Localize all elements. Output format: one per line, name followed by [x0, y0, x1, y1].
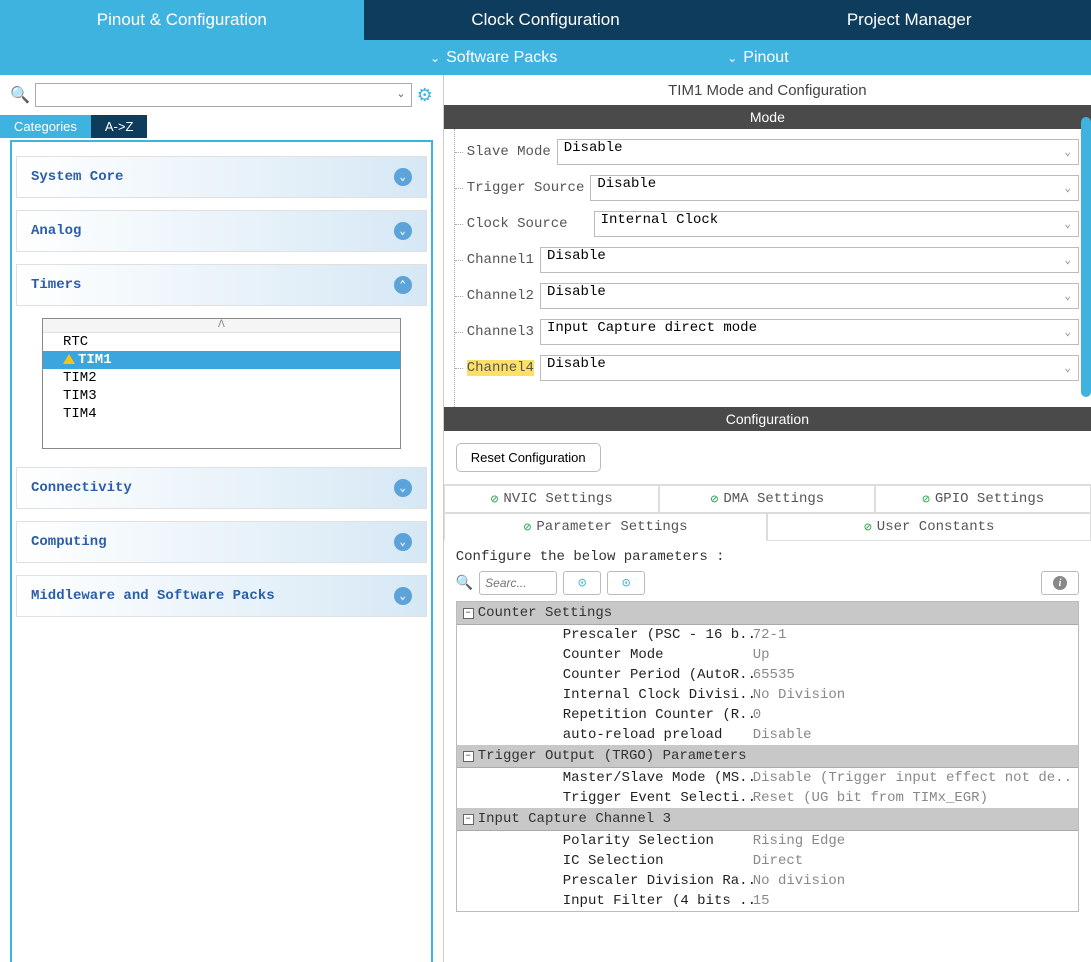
pinout-dropdown[interactable]: ⌄ Pinout: [727, 49, 788, 67]
tab-pinout-config[interactable]: Pinout & Configuration: [0, 0, 364, 40]
accordion-analog[interactable]: Analog ⌄: [16, 210, 427, 252]
info-button[interactable]: i: [1041, 571, 1079, 595]
gear-icon[interactable]: ⚙: [417, 85, 433, 106]
trigger-source-label: Trigger Source: [467, 180, 585, 196]
scrollbar-thumb[interactable]: [1081, 117, 1091, 397]
param-row[interactable]: auto-reload preloadDisable: [457, 725, 1078, 745]
clock-source-label: Clock Source: [467, 216, 568, 232]
expand-icon: ⌄: [394, 479, 412, 497]
param-row[interactable]: Prescaler (PSC - 16 b..72-1: [457, 625, 1078, 645]
param-row[interactable]: Counter Period (AutoR..65535: [457, 665, 1078, 685]
trigger-source-select[interactable]: Disable: [590, 175, 1079, 201]
search-prev-button[interactable]: ⊙: [563, 571, 601, 595]
info-icon: i: [1053, 576, 1067, 590]
tab-project-manager[interactable]: Project Manager: [727, 0, 1091, 40]
software-packs-dropdown[interactable]: ⌄ Software Packs: [430, 49, 557, 67]
channel2-select[interactable]: Disable: [540, 283, 1079, 309]
left-panel: 🔍 ⌄ ⚙ Categories A->Z System Core ⌄ Anal…: [0, 75, 444, 962]
param-row[interactable]: Counter ModeUp: [457, 645, 1078, 665]
sub-toolbar: ⌄ Software Packs ⌄ Pinout: [0, 40, 1091, 75]
right-panel: TIM1 Mode and Configuration Mode Slave M…: [444, 75, 1091, 962]
accordion-connectivity[interactable]: Connectivity ⌄: [16, 467, 427, 509]
tab-parameter-settings[interactable]: ⊘Parameter Settings: [444, 513, 768, 541]
accordion-system-core[interactable]: System Core ⌄: [16, 156, 427, 198]
check-icon: ⊘: [524, 520, 532, 535]
param-row[interactable]: IC SelectionDirect: [457, 851, 1078, 871]
channel4-label: Channel4: [467, 360, 534, 376]
accordion-label: System Core: [31, 169, 123, 185]
timer-item-tim4[interactable]: TIM4: [43, 405, 400, 423]
timer-item-tim3[interactable]: TIM3: [43, 387, 400, 405]
accordion-label: Connectivity: [31, 480, 132, 496]
param-row[interactable]: Prescaler Division Ra..No division: [457, 871, 1078, 891]
channel2-label: Channel2: [467, 288, 534, 304]
param-row[interactable]: Polarity SelectionRising Edge: [457, 831, 1078, 851]
group-counter-settings[interactable]: −Counter Settings: [457, 602, 1078, 625]
accordion-label: Computing: [31, 534, 107, 550]
param-row[interactable]: Input Filter (4 bits ..15: [457, 891, 1078, 911]
software-packs-label: Software Packs: [446, 49, 557, 67]
check-icon: ⊘: [711, 492, 719, 507]
clock-source-select[interactable]: Internal Clock: [594, 211, 1079, 237]
configuration-header: Configuration: [444, 407, 1091, 431]
timer-item-tim2[interactable]: TIM2: [43, 369, 400, 387]
channel1-label: Channel1: [467, 252, 534, 268]
parameter-grid: −Counter Settings Prescaler (PSC - 16 b.…: [456, 601, 1079, 912]
tab-user-constants[interactable]: ⊘User Constants: [767, 513, 1091, 541]
expand-icon: ⌄: [394, 168, 412, 186]
group-input-capture-ch3[interactable]: −Input Capture Channel 3: [457, 808, 1078, 831]
collapse-icon: ⌃: [394, 276, 412, 294]
chevron-down-icon: ⌄: [430, 51, 440, 65]
channel1-select[interactable]: Disable: [540, 247, 1079, 273]
reset-configuration-button[interactable]: Reset Configuration: [456, 443, 601, 472]
channel4-select[interactable]: Disable: [540, 355, 1079, 381]
check-icon: ⊘: [491, 492, 499, 507]
tab-clock-config[interactable]: Clock Configuration: [364, 0, 728, 40]
pinout-label: Pinout: [743, 49, 788, 67]
collapse-icon: −: [463, 814, 474, 825]
accordion-computing[interactable]: Computing ⌄: [16, 521, 427, 563]
list-scroll-up[interactable]: ᐱ: [43, 319, 400, 333]
warning-icon: [63, 354, 75, 364]
timer-item-rtc[interactable]: RTC: [43, 333, 400, 351]
tab-a-to-z[interactable]: A->Z: [91, 115, 148, 138]
channel3-label: Channel3: [467, 324, 534, 340]
expand-icon: ⌄: [394, 587, 412, 605]
collapse-icon: −: [463, 751, 474, 762]
timer-list: ᐱ RTC TIM1 TIM2 TIM3 TIM4: [42, 318, 401, 449]
param-row[interactable]: Repetition Counter (R..0: [457, 705, 1078, 725]
tab-nvic-settings[interactable]: ⊘NVIC Settings: [444, 485, 660, 513]
slave-mode-label: Slave Mode: [467, 144, 551, 160]
param-search-input[interactable]: [479, 571, 557, 595]
tab-gpio-settings[interactable]: ⊘GPIO Settings: [875, 485, 1091, 513]
check-icon: ⊘: [864, 520, 872, 535]
search-next-button[interactable]: ⊙: [607, 571, 645, 595]
channel3-select[interactable]: Input Capture direct mode: [540, 319, 1079, 345]
config-prompt: Configure the below parameters :: [456, 549, 1079, 565]
search-icon: 🔍: [456, 575, 473, 592]
accordion-timers[interactable]: Timers ⌃: [16, 264, 427, 306]
param-row[interactable]: Trigger Event Selecti..Reset (UG bit fro…: [457, 788, 1078, 808]
mode-header: Mode: [444, 105, 1091, 129]
group-trigger-output[interactable]: −Trigger Output (TRGO) Parameters: [457, 745, 1078, 768]
slave-mode-select[interactable]: Disable: [557, 139, 1079, 165]
expand-icon: ⌄: [394, 533, 412, 551]
tab-dma-settings[interactable]: ⊘DMA Settings: [659, 485, 875, 513]
param-row[interactable]: Internal Clock Divisi..No Division: [457, 685, 1078, 705]
accordion-middleware[interactable]: Middleware and Software Packs ⌄: [16, 575, 427, 617]
search-icon: 🔍: [10, 85, 30, 105]
param-row[interactable]: Master/Slave Mode (MS..Disable (Trigger …: [457, 768, 1078, 788]
collapse-icon: −: [463, 608, 474, 619]
peripheral-search-input[interactable]: [35, 83, 412, 107]
panel-title: TIM1 Mode and Configuration: [444, 75, 1091, 105]
check-icon: ⊘: [922, 492, 930, 507]
expand-icon: ⌄: [394, 222, 412, 240]
accordion-label: Analog: [31, 223, 81, 239]
accordion-label: Middleware and Software Packs: [31, 588, 275, 604]
timer-item-tim1[interactable]: TIM1: [43, 351, 400, 369]
chevron-down-icon: ⌄: [727, 51, 737, 65]
main-tabs: Pinout & Configuration Clock Configurati…: [0, 0, 1091, 40]
tab-categories[interactable]: Categories: [0, 115, 91, 138]
accordion-label: Timers: [31, 277, 81, 293]
